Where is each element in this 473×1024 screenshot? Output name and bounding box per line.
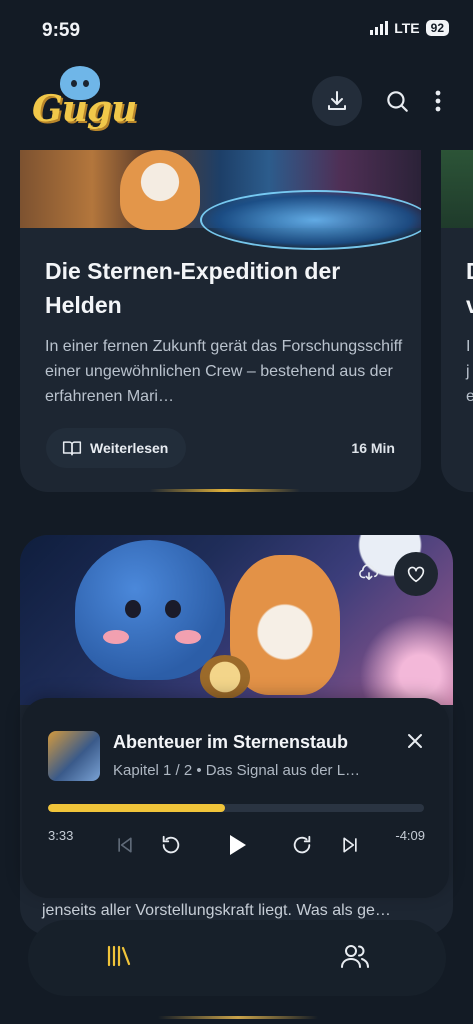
player-subtitle: Kapitel 1 / 2 • Das Signal aus der L… xyxy=(113,762,361,779)
close-icon xyxy=(408,734,422,748)
rewind-button[interactable] xyxy=(156,830,186,860)
story-description: In einer fernen Zukunft gerät das Forsch… xyxy=(45,338,403,405)
status-bar: 9:59 LTE 92 xyxy=(0,0,473,62)
favorite-button[interactable] xyxy=(394,552,438,596)
close-player-button[interactable] xyxy=(406,732,424,755)
next-story-card-peek[interactable]: Dv Ije xyxy=(441,130,473,492)
story-description-snippet: jenseits aller Vorstellungskraft liegt. … xyxy=(42,902,391,919)
bottom-navigation xyxy=(28,920,446,1019)
users-icon xyxy=(341,945,369,968)
cloud-download-icon[interactable] xyxy=(358,563,380,581)
forward-icon xyxy=(293,835,311,854)
rewind-icon xyxy=(162,835,180,854)
skip-next-button[interactable] xyxy=(335,830,365,860)
elapsed-time: 3:33 xyxy=(48,828,74,843)
status-indicators: LTE 92 xyxy=(370,20,449,36)
player-title: Abenteuer im Sternenstaub xyxy=(113,732,349,752)
more-vertical-icon xyxy=(435,90,441,112)
nav-library-button[interactable] xyxy=(106,944,132,973)
app-logo[interactable]: Gugu xyxy=(30,64,137,136)
story-title: Die Sternen-Expedition der Helden xyxy=(45,258,341,318)
skip-next-icon xyxy=(343,837,357,853)
continue-reading-button[interactable]: Weiterlesen xyxy=(46,428,187,468)
story-card[interactable]: Die Sternen-Expedition der Helden In ein… xyxy=(20,130,421,492)
continue-reading-label: Weiterlesen xyxy=(90,440,169,456)
app-header: Gugu xyxy=(0,62,473,150)
progress-fill xyxy=(48,804,225,812)
playback-progress-bar[interactable] xyxy=(48,804,424,812)
status-time: 9:59 xyxy=(42,20,81,41)
play-button[interactable] xyxy=(222,830,252,860)
network-label: LTE xyxy=(394,20,420,36)
play-icon xyxy=(230,835,246,855)
skip-previous-button[interactable] xyxy=(110,830,140,860)
download-icon xyxy=(328,91,346,110)
forward-button[interactable] xyxy=(287,830,317,860)
more-options-button[interactable] xyxy=(414,76,462,126)
search-icon xyxy=(387,91,408,112)
remaining-time: -4:09 xyxy=(395,828,425,843)
audio-player[interactable]: Abenteuer im Sternenstaub Kapitel 1 / 2 … xyxy=(22,698,449,898)
story-duration: 16 Min xyxy=(351,440,395,456)
book-open-icon xyxy=(62,441,82,456)
story-cover-image xyxy=(20,535,453,705)
heart-icon xyxy=(407,566,425,583)
signal-icon xyxy=(370,21,389,35)
nav-profiles-button[interactable] xyxy=(340,942,370,975)
skip-previous-icon xyxy=(118,837,132,853)
logo-text: Gugu xyxy=(32,88,137,130)
battery-indicator: 92 xyxy=(425,20,449,36)
library-icon xyxy=(107,945,131,967)
download-button[interactable] xyxy=(312,76,362,126)
player-cover-thumbnail[interactable] xyxy=(48,731,100,781)
